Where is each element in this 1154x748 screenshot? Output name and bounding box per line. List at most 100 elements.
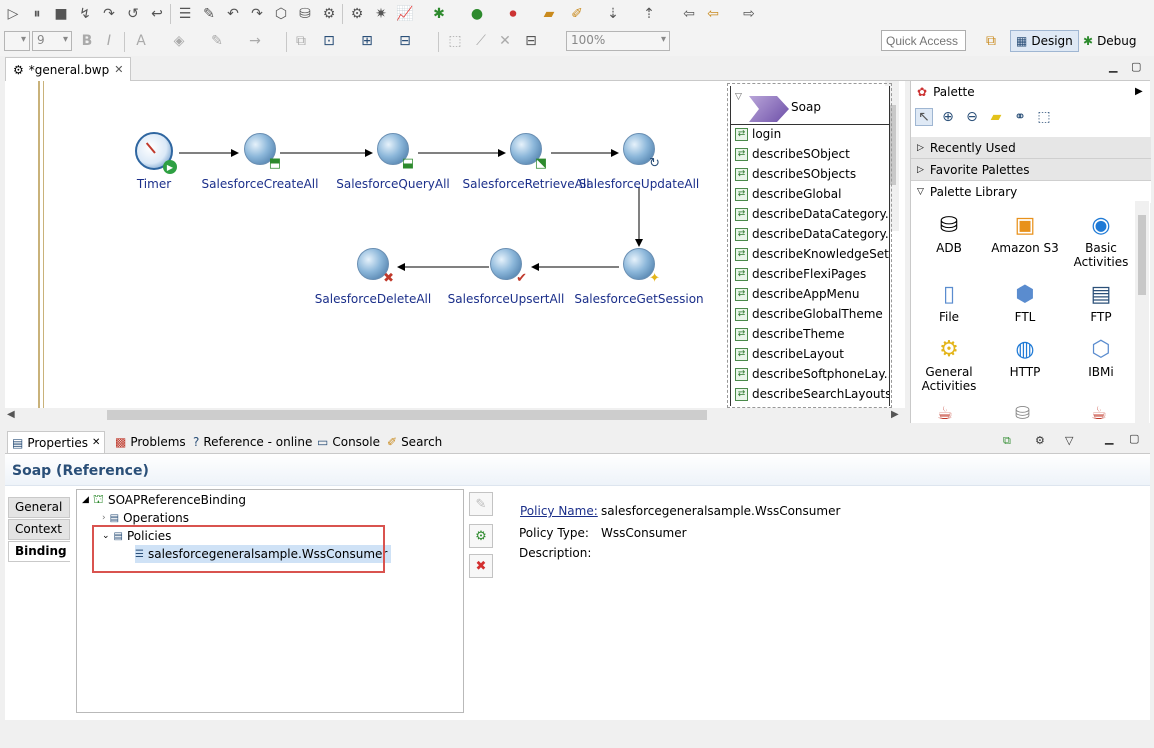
tree-root[interactable]: ◢ ⛫ SOAPReferenceBinding — [82, 491, 246, 509]
editor-tab-general[interactable]: ⚙ *general.bwp ✕ — [5, 57, 132, 81]
perspective-design[interactable]: ▦ Design — [1010, 30, 1079, 52]
font-size-combo[interactable]: 9 ▾ — [32, 31, 72, 51]
zoom-out-icon[interactable]: ⊖ — [963, 108, 981, 126]
operation-item[interactable]: ⇄ describeTheme — [735, 324, 845, 344]
forward-icon[interactable]: ⇨ — [740, 5, 758, 23]
bold-icon[interactable]: B — [78, 32, 96, 50]
palette-section-favorite[interactable]: ▷ Favorite Palettes — [911, 159, 1151, 181]
binding-tree[interactable]: ◢ ⛫ SOAPReferenceBinding › ▤ Operations … — [76, 489, 464, 713]
collapse-icon[interactable]: › — [102, 513, 106, 523]
pause-icon[interactable]: ⏸ — [28, 5, 46, 23]
stop-icon[interactable]: ■ — [52, 5, 70, 23]
step-icon[interactable]: ↯ — [76, 5, 94, 23]
operation-item[interactable]: ⇄ login — [735, 124, 781, 144]
next-annotation-icon[interactable]: ⇣ — [604, 5, 622, 23]
redo-arrow-icon[interactable]: ↷ — [248, 5, 266, 23]
palette-item-file[interactable]: ▯ File — [911, 280, 987, 325]
palette-item-http[interactable]: ◍ HTTP — [987, 335, 1063, 380]
scroll-left-icon[interactable]: ◀ — [7, 409, 15, 420]
select-tool-icon[interactable]: ↖ — [915, 108, 933, 126]
hscroll-thumb[interactable] — [107, 410, 707, 420]
soap-reference[interactable]: ▽ Soap ⇄ login ⇄ describeSObject ⇄ describe… — [730, 86, 890, 406]
operation-item[interactable]: ⇄ describeGlobalTheme — [735, 304, 883, 324]
note-icon[interactable]: ▰ — [987, 108, 1005, 126]
tab-problems[interactable]: ▩ Problems — [111, 431, 190, 453]
side-tab-general[interactable]: General — [8, 497, 70, 518]
operation-item[interactable]: ⇄ describeSObjects — [735, 164, 856, 184]
new-view-icon[interactable]: ⧉ — [1003, 434, 1011, 448]
operation-item[interactable]: ⇄ describeLayout — [735, 344, 844, 364]
list-icon[interactable]: ☰ — [176, 5, 194, 23]
bug-icon[interactable]: ✱ — [430, 5, 448, 23]
salesforce-update-icon[interactable]: ↻ — [623, 133, 660, 170]
operation-item[interactable]: ⇄ describeDataCategory.. — [735, 224, 889, 244]
maximize-icon[interactable]: ▢ — [1129, 432, 1139, 445]
scroll-right-icon[interactable]: ▶ — [891, 409, 899, 420]
edit-policy-button[interactable]: ⚙ — [469, 524, 493, 548]
salesforce-upsert-icon[interactable]: ✔ — [490, 248, 527, 285]
close-icon[interactable]: ✕ — [114, 63, 123, 76]
run-icon[interactable]: ● — [468, 5, 486, 23]
route-icon[interactable]: ⟋ — [472, 32, 490, 50]
arrange-icon[interactable]: ⊞ — [358, 32, 376, 50]
operation-item[interactable]: ⇄ describeSObject — [735, 144, 850, 164]
salesforce-getsession-icon[interactable]: ✦ — [623, 248, 660, 285]
tab-reference-online[interactable]: ? Reference - online — [189, 431, 316, 453]
wand-icon[interactable]: ✎ — [200, 5, 218, 23]
palette-expand-icon[interactable]: ▶ — [1135, 86, 1143, 97]
palette-item-ibmi[interactable]: ⬡ IBMi — [1063, 335, 1139, 380]
operation-item[interactable]: ⇄ describeDataCategory.. — [735, 204, 889, 224]
operation-item[interactable]: ⇄ describeKnowledgeSet. — [735, 244, 889, 264]
prev-annotation-icon[interactable]: ⇡ — [640, 5, 658, 23]
operation-item[interactable]: ⇄ describeSearchLayouts — [735, 384, 889, 404]
pin-view-icon[interactable]: ⚙ — [1035, 434, 1045, 447]
side-tab-context[interactable]: Context — [8, 519, 70, 540]
italic-icon[interactable]: I — [100, 32, 118, 50]
palette-section-library[interactable]: ▽ Palette Library — [911, 181, 1151, 203]
link-icon[interactable]: ⚭ — [1011, 108, 1029, 126]
minimize-icon[interactable]: ▁ — [1109, 60, 1117, 73]
tab-properties[interactable]: ▤ Properties ✕ — [7, 431, 106, 453]
cube-icon[interactable]: ⬡ — [272, 5, 290, 23]
view-menu-icon[interactable]: ▽ — [1065, 434, 1073, 447]
line-color-icon[interactable]: ✎ — [208, 32, 226, 50]
palette-item-ftp[interactable]: ▤ FTP — [1063, 280, 1139, 325]
palette-item-partial-icon[interactable]: ☕ — [937, 403, 953, 424]
zoom-combo[interactable]: 100% ▾ — [566, 31, 670, 51]
palette-vscroll[interactable] — [1135, 201, 1149, 423]
palette-item-partial-icon[interactable]: ⛁ — [1015, 403, 1030, 424]
palette-item-partial-icon[interactable]: ☕ — [1091, 403, 1107, 424]
operation-item[interactable]: ⇄ describeSoftphoneLay.. — [735, 364, 889, 384]
arrow-style-icon[interactable]: → — [246, 32, 264, 50]
operation-item[interactable]: ⇄ describeGlobal — [735, 184, 841, 204]
palette-item-basic-activities[interactable]: ◉ Basic Activities — [1063, 211, 1139, 270]
back-history-icon[interactable]: ⇦ — [704, 5, 722, 23]
palette-item-ftl[interactable]: ⬢ FTL — [987, 280, 1063, 325]
policy-name-link[interactable]: Policy Name: — [520, 504, 598, 518]
palette-item-amazon-s3[interactable]: ▣ Amazon S3 — [987, 211, 1063, 256]
maximize-icon[interactable]: ▢ — [1131, 60, 1141, 73]
folder-icon[interactable]: ▰ — [540, 5, 558, 23]
palette-item-general-activities[interactable]: ⚙ General Activities — [911, 335, 987, 394]
font-combo[interactable]: ▾ — [4, 31, 30, 51]
layout-icon[interactable]: ⊟ — [396, 32, 414, 50]
tab-console[interactable]: ▭ Console — [313, 431, 384, 453]
timer-icon[interactable]: ▶ — [135, 132, 177, 174]
expand-icon[interactable]: ◢ — [82, 495, 89, 505]
undo-arrow-icon[interactable]: ↶ — [224, 5, 242, 23]
fill-color-icon[interactable]: ◈ — [170, 32, 188, 50]
chart-icon[interactable]: 📈 — [396, 5, 414, 23]
open-perspective-icon[interactable]: ⧉ — [982, 32, 1000, 50]
no-route-icon[interactable]: ✕ — [496, 32, 514, 50]
group-tool-icon[interactable]: ⬚ — [1035, 108, 1053, 126]
add-policy-button[interactable]: ✎ — [469, 492, 493, 516]
minimize-icon[interactable]: ▁ — [1105, 432, 1113, 445]
group-icon[interactable]: ⬚ — [446, 32, 464, 50]
settings-icon[interactable]: ✷ — [372, 5, 390, 23]
font-color-icon[interactable]: A — [132, 32, 150, 50]
pin-icon[interactable]: ✐ — [568, 5, 586, 23]
salesforce-create-icon[interactable]: ⬒ — [244, 133, 281, 170]
module-icon[interactable]: ⚙ — [320, 5, 338, 23]
salesforce-retrieve-icon[interactable]: ⬔ — [510, 133, 547, 170]
delete-policy-button[interactable]: ✖ — [469, 554, 493, 578]
